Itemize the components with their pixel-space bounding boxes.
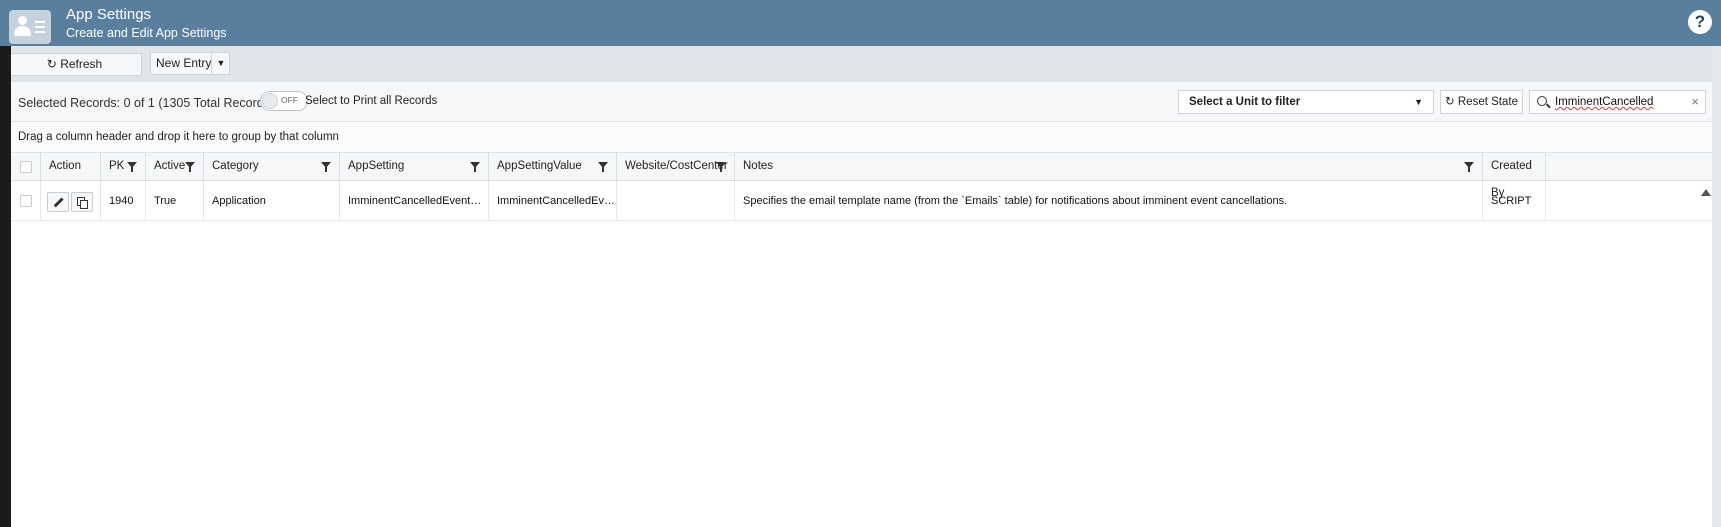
column-header-action[interactable]: Action [41,153,101,181]
toggle-state-label: OFF [281,95,298,105]
toggle-knob [262,93,278,109]
page-subtitle: Create and Edit App Settings [66,26,227,40]
scroll-up-arrow-icon[interactable] [1701,189,1711,196]
select-all-header [11,153,41,181]
column-header-notes[interactable]: Notes [735,153,1483,181]
search-input[interactable]: ImminentCancelled × [1529,90,1706,114]
new-entry-dropdown-toggle[interactable]: ▼ [211,53,230,74]
column-header-createdby[interactable]: Created By [1483,153,1546,199]
copy-icon-front [80,200,88,209]
cell-notes: Specifies the email template name (from … [735,181,1483,221]
edit-button[interactable] [47,192,69,212]
filter-icon[interactable] [1464,162,1474,172]
reset-state-button[interactable]: ↻ Reset State [1440,90,1523,114]
refresh-button[interactable]: ↻ Refresh [7,53,142,76]
cell-website [617,181,735,221]
filter-bar: Selected Records: 0 of 1 (1305 Total Rec… [11,82,1712,122]
column-header-appsetting[interactable]: AppSetting [340,153,489,181]
print-all-toggle[interactable]: OFF [260,91,308,111]
cell-active: True [146,181,204,221]
reset-state-label: Reset State [1457,96,1518,108]
app-header: App Settings Create and Edit App Setting… [0,0,1721,46]
row-select-cell [11,181,41,221]
column-label-category: Category [212,160,259,172]
new-entry-button-label: New Entry [156,56,212,70]
table-row[interactable]: 1940 True Application ImminentCancelledE… [11,181,1712,221]
column-label-active: Active [154,160,186,172]
toolbar: ↻ Refresh New Entry ▼ [0,46,1712,82]
cell-appsetting: ImminentCancelledEventEmail [340,181,489,221]
chevron-down-icon: ▼ [1414,97,1423,107]
column-label-pk: PK [109,160,125,172]
filter-icon[interactable] [127,162,137,172]
column-header-pk[interactable]: PK [101,153,146,181]
column-header-appsettingvalue[interactable]: AppSettingValue [489,153,617,181]
selected-records-count: Selected Records: 0 of 1 (1305 Total Rec… [18,96,275,110]
search-icon [1537,96,1547,106]
right-edge-strip [1712,46,1721,527]
app-root: App Settings Create and Edit App Setting… [0,0,1721,527]
filter-icon[interactable] [716,162,726,172]
contact-card-icon [9,10,51,44]
unit-filter-placeholder: Select a Unit to filter [1189,96,1301,108]
column-header-website[interactable]: Website/CostCenter [617,153,735,181]
filter-icon[interactable] [321,162,331,172]
refresh-icon: ↻ [46,57,57,71]
print-all-label: Select to Print all Records [305,95,438,107]
row-action-cell [41,181,101,221]
clear-search-icon[interactable]: × [1691,91,1699,113]
column-header-active[interactable]: Active [146,153,204,181]
group-by-panel[interactable]: Drag a column header and drop it here to… [11,123,1712,153]
column-label-website: Website/CostCenter [625,160,728,172]
filter-icon[interactable] [598,162,608,172]
copy-button[interactable] [71,192,93,212]
cell-pk: 1940 [101,181,146,221]
column-label-notes: Notes [743,160,774,172]
refresh-button-label: Refresh [60,57,103,71]
column-label-action: Action [49,160,81,172]
cell-appsettingvalue: ImminentCancelledEventEmail [489,181,617,221]
row-checkbox[interactable] [20,195,32,207]
unit-filter-select[interactable]: Select a Unit to filter ▼ [1178,90,1434,114]
grid-header: Action PK Active Category AppSetting App… [11,153,1712,199]
help-icon[interactable]: ? [1688,10,1712,34]
search-value[interactable]: ImminentCancelled [1555,91,1653,113]
data-grid: Action PK Active Category AppSetting App… [11,153,1712,527]
page-title: App Settings [66,6,152,23]
group-by-hint: Drag a column header and drop it here to… [18,131,339,143]
filter-icon[interactable] [470,162,480,172]
reset-icon: ↻ [1445,96,1455,108]
left-edge-strip [0,46,11,527]
cell-createdby: SCRIPT [1483,181,1546,221]
column-label-appsetting: AppSetting [348,160,405,172]
filter-icon[interactable] [185,162,195,172]
column-label-appsettingvalue: AppSettingValue [497,160,582,172]
cell-category: Application [204,181,340,221]
new-entry-button[interactable]: New Entry ▼ [150,52,230,75]
pencil-icon [53,197,64,208]
column-header-category[interactable]: Category [204,153,340,181]
select-all-checkbox[interactable] [20,161,32,173]
